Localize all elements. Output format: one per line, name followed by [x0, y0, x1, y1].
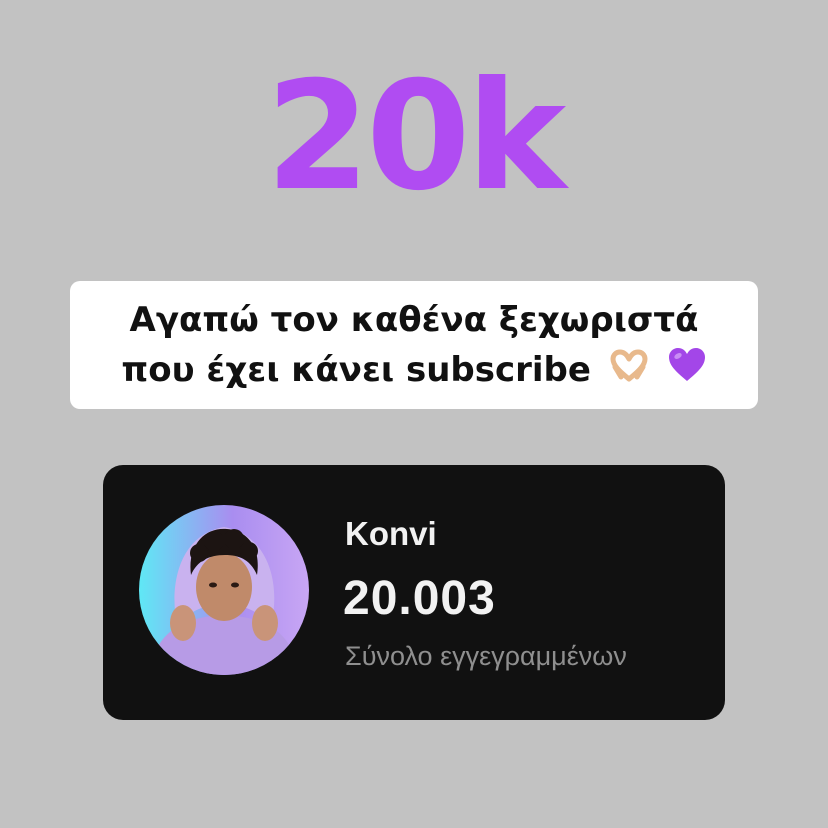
purple-heart-emoji-icon	[667, 347, 707, 397]
caption-line-2: που έχει κάνει subscribe	[121, 350, 591, 390]
milestone-headline: 20k	[265, 50, 567, 224]
subscriber-stats-card: Konvi 20.003 Σύνολο εγγεγραμμένων	[103, 465, 725, 720]
subscriber-count: 20.003	[343, 572, 496, 625]
heart-hands-emoji-icon	[609, 347, 649, 397]
channel-name: Konvi	[345, 515, 437, 552]
avatar	[139, 505, 309, 675]
caption-box: Αγαπώ τον καθένα ξεχωριστά που έχει κάνε…	[70, 281, 758, 409]
subscriber-count-label: Σύνολο εγγεγραμμένων	[345, 641, 627, 671]
caption-line-2-wrapper: που έχει κάνει subscribe	[80, 345, 748, 397]
caption-line-1: Αγαπώ τον καθένα ξεχωριστά	[129, 300, 699, 340]
